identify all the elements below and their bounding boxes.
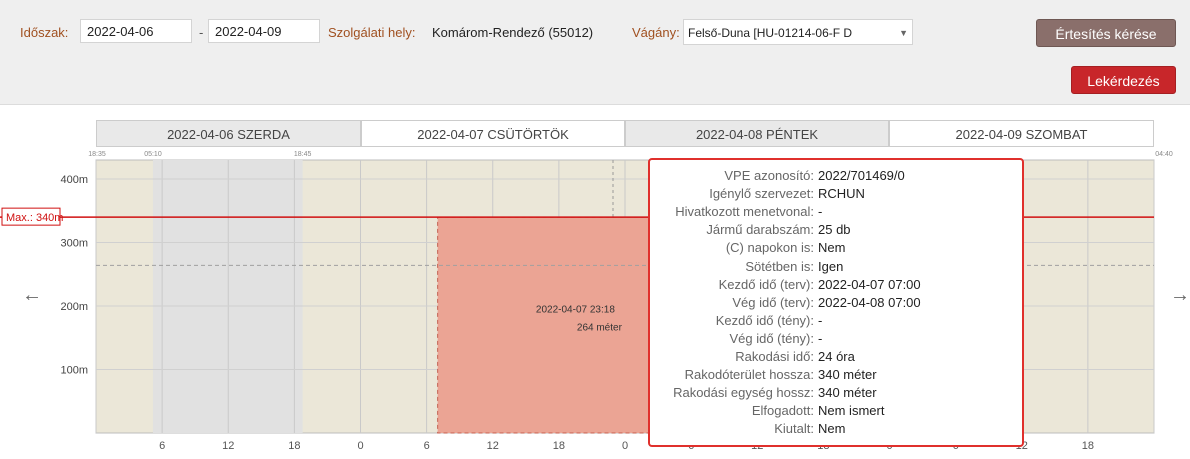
tooltip-key: (C) napokon is: [725,240,814,256]
y-tick-label: 300m [60,238,88,250]
date-from-input[interactable]: 2022-04-06 [80,19,192,43]
tooltip-row: Rakodási idő: 24 óra [650,349,1026,365]
date-to-input[interactable]: 2022-04-09 [208,19,320,43]
tooltip-row: Vég idő (terv): 2022-04-08 07:00 [650,295,1026,311]
tooltip-row: Kiutalt: Nem [650,421,1026,437]
chevron-down-icon: ▼ [899,28,908,38]
tooltip-value: 25 db [818,222,851,238]
arrow-left-icon[interactable]: ← [22,284,42,307]
tooltip-value: Igen [818,258,844,274]
reservation-tooltip: VPE azonosító: 2022/701469/0 Igénylő szerv… [648,158,1024,447]
tooltip-row: Sötétben is: Igen [650,259,1026,275]
tooltip-row: Hivatkozott menetvonal: - [650,204,1026,220]
tooltip-row: Vég idő (tény): - [650,331,1026,347]
day-header-1[interactable]: 2022-04-06 SZERDA [96,120,361,147]
tooltip-value: 2022-04-07 07:00 [818,276,921,292]
tooltip-value: - [818,204,823,220]
tooltip-value: 24 óra [818,349,855,364]
time-marker: 05:10 [144,151,162,158]
max-label: Max.: 340m [6,212,63,224]
tooltip-row: (C) napokon is: Nem [650,240,1026,256]
tooltip-key: Igénylő szervezet: [709,186,814,202]
day-header-4[interactable]: 2022-04-09 SZOMBAT [889,120,1154,147]
tooltip-value: Nem [818,421,846,437]
x-tick-label: 0 [357,440,363,452]
filter-bar: Időszak: 2022-04-06 - 2022-04-09 Szolgál… [0,0,1190,105]
tooltip-key: Kezdő idő (terv): [718,276,814,292]
tooltip-row: Rakodóterület hossza: 340 méter [650,367,1026,383]
tooltip-value: - [818,312,823,328]
tooltip-row: VPE azonosító: 2022/701469/0 [650,168,1026,184]
tooltip-key: VPE azonosító: [724,168,814,183]
track-select-value: Felső-Duna [HU-01214-06-F D [688,26,853,40]
y-tick-label: 100m [60,365,88,377]
tooltip-value: 2022/701469/0 [818,168,905,183]
x-tick-label: 18 [1082,440,1094,452]
day-header-2[interactable]: 2022-04-07 CSÜTÖRTÖK [361,120,625,147]
tooltip-value: 340 méter [818,367,877,383]
tooltip-key: Kezdő idő (tény): [715,312,814,328]
tooltip-key: Hivatkozott menetvonal: [675,204,814,220]
y-tick-label: 400m [60,174,88,186]
location-label: Szolgálati hely: [328,25,416,40]
tooltip-key: Vég idő (terv): [732,294,814,310]
tooltip-row: Rakodási egység hossz: 340 méter [650,385,1026,401]
y-tick-label: 200m [60,301,88,313]
track-select[interactable]: Felső-Duna [HU-01214-06-F D ▼ [683,19,913,45]
tooltip-row: Igénylő szervezet: RCHUN [650,186,1026,202]
tooltip-row: Kezdő idő (terv): 2022-04-07 07:00 [650,277,1026,293]
time-marker: 18:45 [294,151,312,158]
tooltip-row: Jármű darabszám: 25 db [650,222,1026,238]
x-tick-label: 6 [159,440,165,452]
tooltip-key: Rakodási idő: [735,349,814,364]
tooltip-key: Jármű darabszám: [706,222,814,238]
tooltip-row: Kezdő idő (tény): - [650,313,1026,329]
time-marker: 04:40 [1155,151,1173,158]
tooltip-key: Vég idő (tény): [729,330,814,346]
day-header-3[interactable]: 2022-04-08 PÉNTEK [625,120,889,147]
block-time-label: 2022-04-07 23:18 [536,304,615,315]
x-tick-label: 12 [222,440,234,452]
tooltip-value: 340 méter [818,385,877,401]
track-label: Vágány: [632,25,680,40]
tooltip-key: Kiutalt: [774,421,814,437]
tooltip-value: RCHUN [818,186,865,202]
x-tick-label: 0 [622,440,628,452]
x-tick-label: 12 [487,440,499,452]
tooltip-value: Nem ismert [818,403,885,419]
tooltip-value: - [818,330,823,346]
tooltip-value: Nem [818,240,846,256]
time-marker: 18:35 [88,151,106,158]
tooltip-key: Elfogadott: [751,403,814,419]
period-label: Időszak: [20,25,69,40]
tooltip-row: Elfogadott: Nem ismert [650,403,1026,419]
date-separator: - [199,25,204,40]
notify-button[interactable]: Értesítés kérése [1036,19,1176,47]
location-input[interactable]: Komárom-Rendező (55012) [432,25,624,40]
tooltip-value: 2022-04-08 07:00 [818,294,921,310]
x-tick-label: 6 [424,440,430,452]
tooltip-key: Rakodóterület hossza: [684,367,814,383]
block-value-label: 264 méter [577,322,623,333]
arrow-right-icon[interactable]: → [1170,284,1190,307]
tooltip-key: Sötétben is: [745,258,814,274]
query-button[interactable]: Lekérdezés [1071,66,1176,94]
x-tick-label: 18 [288,440,300,452]
tooltip-key: Rakodási egység hossz: [673,385,814,401]
x-tick-label: 18 [553,440,565,452]
